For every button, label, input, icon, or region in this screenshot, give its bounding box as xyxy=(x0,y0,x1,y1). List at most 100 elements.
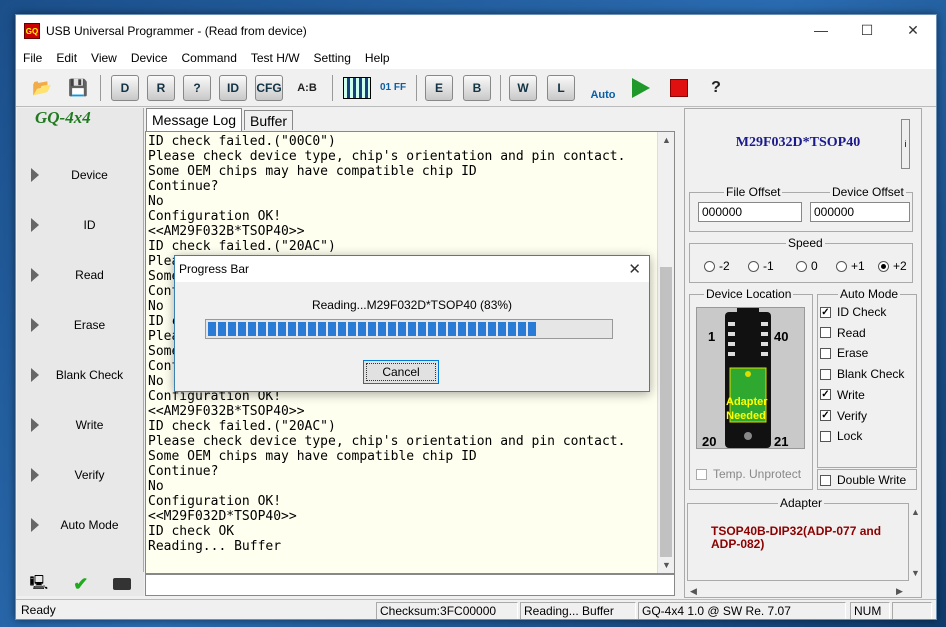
double-write-checkbox[interactable]: Double Write xyxy=(820,473,906,487)
help-button[interactable]: ? xyxy=(702,72,730,104)
auto-button[interactable]: Auto xyxy=(586,72,620,104)
log-line: No xyxy=(148,194,164,209)
progress-block xyxy=(368,322,376,336)
pin-40-label: 40 xyxy=(774,329,789,344)
log-line: Configuration OK! xyxy=(148,209,282,224)
scroll-down-icon[interactable]: ▼ xyxy=(907,565,924,581)
log-line: Continue? xyxy=(148,179,219,194)
auto-mode-checkbox-verify[interactable]: ✓ Verify xyxy=(820,409,867,423)
checkbox-icon xyxy=(820,474,831,486)
menu-file[interactable]: File xyxy=(16,51,49,65)
log-line: <<AM29F032B*TSOP40>> xyxy=(148,404,305,419)
title-bar[interactable]: GQ USB Universal Programmer - (Read from… xyxy=(16,15,936,47)
sidebar-item-blank-check[interactable]: Blank Check xyxy=(17,360,144,390)
radio-icon xyxy=(878,260,889,272)
scroll-left-icon[interactable]: ◀ xyxy=(685,583,702,599)
speed-radio-plus2[interactable]: +2 xyxy=(878,259,907,273)
device-offset-field[interactable]: 000000 xyxy=(810,202,910,222)
auto-mode-checkbox-lock[interactable]: Lock xyxy=(820,429,862,443)
menu-view[interactable]: View xyxy=(84,51,124,65)
auto-mode-checkbox-blank-check[interactable]: Blank Check xyxy=(820,367,904,381)
pin-1-label: 1 xyxy=(708,329,716,344)
adapter-label: Adapter xyxy=(778,496,825,510)
speed-radio-0[interactable]: 0 xyxy=(796,259,818,273)
menu-bar: File Edit View Device Command Test H/W S… xyxy=(16,47,936,69)
command-input[interactable] xyxy=(145,574,675,596)
log-line: Configuration OK! xyxy=(148,494,282,509)
toolbar-separator xyxy=(500,75,501,101)
scroll-thumb[interactable] xyxy=(660,267,672,557)
hex-01-ff-icon: 01 FF xyxy=(379,82,407,93)
sidebar-item-device[interactable]: Device xyxy=(17,160,144,190)
progress-block xyxy=(418,322,426,336)
sidebar-item-read[interactable]: Read xyxy=(17,260,144,290)
menu-command[interactable]: Command xyxy=(175,51,244,65)
id-check-button[interactable]: ID xyxy=(216,72,250,104)
device-select-button[interactable]: D xyxy=(108,72,142,104)
chip-icon xyxy=(113,578,132,590)
checkbox-icon xyxy=(820,347,831,359)
speed-radio-minus2[interactable]: -2 xyxy=(704,259,730,273)
chip-info-button[interactable]: i xyxy=(901,119,910,169)
chip-r-icon: R xyxy=(147,75,175,101)
menu-device[interactable]: Device xyxy=(124,51,175,65)
status-version: GQ-4x4 1.0 @ SW Re. 7.07 xyxy=(638,602,846,619)
auto-mode-checkbox-erase[interactable]: Erase xyxy=(820,346,868,360)
right-panel: M29F032D*TSOP40 i File Offset Device Off… xyxy=(684,108,922,598)
sidebar-item-erase[interactable]: Erase xyxy=(17,310,144,340)
temp-unprotect-checkbox[interactable]: Temp. Unprotect xyxy=(696,467,801,481)
menu-help[interactable]: Help xyxy=(358,51,397,65)
save-button[interactable]: 💾 xyxy=(64,72,92,104)
file-offset-field[interactable]: 000000 xyxy=(698,202,802,222)
sidebar-item-auto-mode[interactable]: Auto Mode xyxy=(17,510,144,540)
write-button[interactable]: W xyxy=(506,72,540,104)
chip-d-icon: D xyxy=(111,75,139,101)
auto-icon: Auto xyxy=(590,89,616,101)
calculator-button[interactable] xyxy=(340,72,374,104)
minimize-button[interactable]: — xyxy=(798,15,844,45)
floppy-disk-icon: 💾 xyxy=(68,80,88,97)
progress-block xyxy=(228,322,236,336)
open-button[interactable]: 📂 xyxy=(28,72,56,104)
menu-setting[interactable]: Setting xyxy=(307,51,358,65)
gq-logo: GQ-4x4 xyxy=(35,108,91,127)
cancel-button[interactable]: Cancel xyxy=(363,360,439,384)
auto-mode-checkbox-id-check[interactable]: ✓ ID Check xyxy=(820,305,886,319)
speed-group: Speed -2 -1 0 +1 +2 xyxy=(689,236,913,283)
scroll-right-icon[interactable]: ▶ xyxy=(891,583,908,599)
address-range-button[interactable]: A:B xyxy=(290,72,324,104)
menu-edit[interactable]: Edit xyxy=(49,51,84,65)
scroll-up-icon[interactable]: ▲ xyxy=(658,132,675,148)
tab-buffer[interactable]: Buffer xyxy=(244,110,294,130)
dialog-close-icon[interactable]: ✕ xyxy=(628,260,641,278)
auto-mode-option-label: Lock xyxy=(837,429,863,444)
dialog-title-bar[interactable]: Progress Bar ✕ xyxy=(175,256,649,282)
auto-mode-checkbox-read[interactable]: Read xyxy=(820,326,866,340)
auto-mode-checkbox-write[interactable]: ✓ Write xyxy=(820,388,865,402)
speed-radio-plus1[interactable]: +1 xyxy=(836,259,865,273)
maximize-button[interactable]: ☐ xyxy=(844,15,890,45)
log-scrollbar[interactable]: ▲ ▼ xyxy=(657,132,674,573)
stop-button[interactable] xyxy=(664,72,694,104)
tab-message-log[interactable]: Message Log xyxy=(146,108,243,131)
progress-block xyxy=(278,322,286,336)
blank-button[interactable]: B xyxy=(460,72,494,104)
blank-check-button[interactable]: ? xyxy=(180,72,214,104)
sidebar-item-label: Erase xyxy=(73,318,106,332)
close-button[interactable]: ✕ xyxy=(890,15,936,45)
menu-test-hw[interactable]: Test H/W xyxy=(244,51,307,65)
erase-button[interactable]: E xyxy=(422,72,456,104)
config-button[interactable]: CFG xyxy=(252,72,286,104)
read-button[interactable]: R xyxy=(144,72,178,104)
sidebar-item-verify[interactable]: Verify xyxy=(17,460,144,490)
toolbar-separator xyxy=(100,75,101,101)
lock-button[interactable]: L xyxy=(544,72,578,104)
scroll-up-icon[interactable]: ▲ xyxy=(907,504,924,520)
auto-mode-option-label: Read xyxy=(837,325,866,340)
scroll-down-icon[interactable]: ▼ xyxy=(658,557,675,573)
sidebar-item-write[interactable]: Write xyxy=(17,410,144,440)
run-button[interactable] xyxy=(626,72,656,104)
sidebar-item-id[interactable]: ID xyxy=(17,210,144,240)
speed-radio-minus1[interactable]: -1 xyxy=(748,259,774,273)
fill-buffer-button[interactable]: 01 FF xyxy=(376,72,410,104)
